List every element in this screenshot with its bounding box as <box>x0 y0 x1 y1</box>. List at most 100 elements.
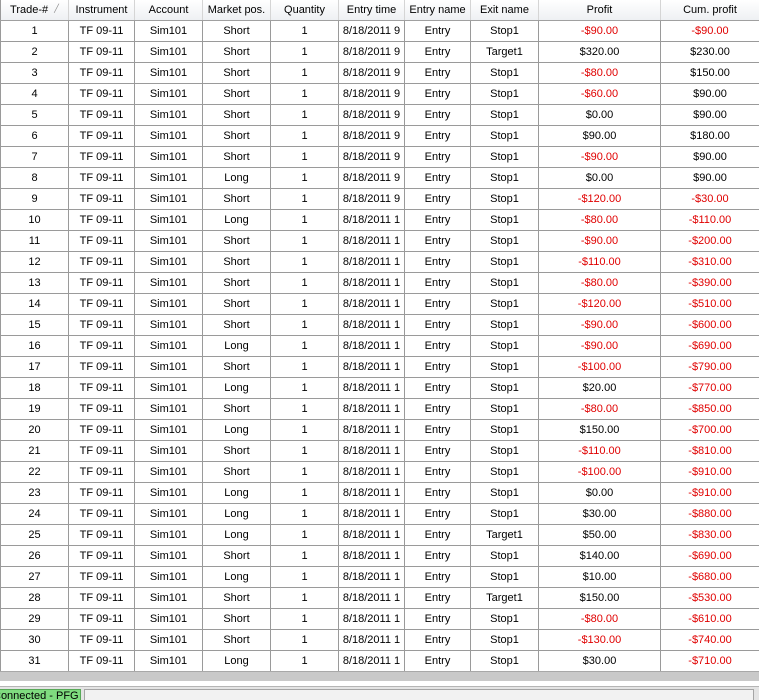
cell-market-position: Short <box>202 83 271 105</box>
cell-account: Sim101 <box>134 83 203 105</box>
cell-exit-name: Stop1 <box>470 398 539 420</box>
table-row[interactable]: 8 TF 09-11 Sim101 Long 1 8/18/2011 9 Entry Stop… <box>0 167 759 189</box>
table-row[interactable]: 14 TF 09-11 Sim101 Short 1 8/18/2011 1 Entry St… <box>0 293 759 315</box>
cell-account: Sim101 <box>134 293 203 315</box>
table-row[interactable]: 20 TF 09-11 Sim101 Long 1 8/18/2011 1 Entry Sto… <box>0 419 759 441</box>
column-header-label: Cum. profit <box>683 4 737 16</box>
table-row[interactable]: 13 TF 09-11 Sim101 Short 1 8/18/2011 1 Entry St… <box>0 272 759 294</box>
cell-exit-name: Stop1 <box>470 272 539 294</box>
table-row[interactable]: 27 TF 09-11 Sim101 Long 1 8/18/2011 1 Entry Sto… <box>0 566 759 588</box>
cell-market-position: Short <box>202 587 271 609</box>
status-bar: Connected - PFG <box>0 686 759 700</box>
cell-profit: $140.00 <box>538 545 661 567</box>
table-row[interactable]: 17 TF 09-11 Sim101 Short 1 8/18/2011 1 Entry St… <box>0 356 759 378</box>
column-header-entry-time[interactable]: Entry time <box>338 0 405 21</box>
cell-instrument: TF 09-11 <box>68 230 135 252</box>
table-row[interactable]: 25 TF 09-11 Sim101 Long 1 8/18/2011 1 Entry Tar… <box>0 524 759 546</box>
cell-profit: -$100.00 <box>538 461 661 483</box>
table-row[interactable]: 24 TF 09-11 Sim101 Long 1 8/18/2011 1 Entry Sto… <box>0 503 759 525</box>
cell-entry-time: 8/18/2011 9 <box>338 188 405 210</box>
table-row[interactable]: 1 TF 09-11 Sim101 Short 1 8/18/2011 9 Entry Sto… <box>0 20 759 42</box>
column-header-market-position[interactable]: Market pos. <box>202 0 271 21</box>
table-row[interactable]: 23 TF 09-11 Sim101 Long 1 8/18/2011 1 Entry Sto… <box>0 482 759 504</box>
horizontal-scrollbar[interactable] <box>0 671 759 681</box>
cell-account: Sim101 <box>134 503 203 525</box>
cell-exit-name: Stop1 <box>470 377 539 399</box>
cell-entry-name: Entry <box>404 209 471 231</box>
cell-instrument: TF 09-11 <box>68 440 135 462</box>
column-header-quantity[interactable]: Quantity <box>270 0 339 21</box>
cell-profit: $10.00 <box>538 566 661 588</box>
cell-account: Sim101 <box>134 146 203 168</box>
cell-profit: -$120.00 <box>538 293 661 315</box>
cell-instrument: TF 09-11 <box>68 62 135 84</box>
cell-instrument: TF 09-11 <box>68 398 135 420</box>
cell-entry-name: Entry <box>404 461 471 483</box>
cell-quantity: 1 <box>270 524 339 546</box>
table-row[interactable]: 15 TF 09-11 Sim101 Short 1 8/18/2011 1 Entry St… <box>0 314 759 336</box>
cell-profit: -$80.00 <box>538 272 661 294</box>
table-row[interactable]: 21 TF 09-11 Sim101 Short 1 8/18/2011 1 Entry St… <box>0 440 759 462</box>
table-row[interactable]: 9 TF 09-11 Sim101 Short 1 8/18/2011 9 Entry Sto… <box>0 188 759 210</box>
table-row[interactable]: 3 TF 09-11 Sim101 Short 1 8/18/2011 9 Entry Sto… <box>0 62 759 84</box>
cell-cum-profit: -$740.00 <box>660 629 759 651</box>
cell-market-position: Short <box>202 104 271 126</box>
cell-entry-name: Entry <box>404 503 471 525</box>
cell-account: Sim101 <box>134 629 203 651</box>
table-row[interactable]: 26 TF 09-11 Sim101 Short 1 8/18/2011 1 Entry St… <box>0 545 759 567</box>
cell-cum-profit: -$310.00 <box>660 251 759 273</box>
table-row[interactable]: 22 TF 09-11 Sim101 Short 1 8/18/2011 1 Entry St… <box>0 461 759 483</box>
column-header-label: Instrument <box>75 4 128 16</box>
table-row[interactable]: 16 TF 09-11 Sim101 Long 1 8/18/2011 1 Entry Sto… <box>0 335 759 357</box>
cell-market-position: Short <box>202 125 271 147</box>
table-row[interactable]: 30 TF 09-11 Sim101 Short 1 8/18/2011 1 Entry St… <box>0 629 759 651</box>
table-row[interactable]: 28 TF 09-11 Sim101 Short 1 8/18/2011 1 Entry Ta… <box>0 587 759 609</box>
table-row[interactable]: 12 TF 09-11 Sim101 Short 1 8/18/2011 1 Entry St… <box>0 251 759 273</box>
column-header-exit-name[interactable]: Exit name <box>470 0 539 21</box>
table-row[interactable]: 6 TF 09-11 Sim101 Short 1 8/18/2011 9 Entry Sto… <box>0 125 759 147</box>
column-header-instrument[interactable]: Instrument <box>68 0 135 21</box>
cell-instrument: TF 09-11 <box>68 293 135 315</box>
table-row[interactable]: 4 TF 09-11 Sim101 Short 1 8/18/2011 9 Entry Sto… <box>0 83 759 105</box>
cell-cum-profit: -$810.00 <box>660 440 759 462</box>
cell-market-position: Short <box>202 629 271 651</box>
table-row[interactable]: 2 TF 09-11 Sim101 Short 1 8/18/2011 9 Entry Tar… <box>0 41 759 63</box>
table-row[interactable]: 18 TF 09-11 Sim101 Long 1 8/18/2011 1 Entry Sto… <box>0 377 759 399</box>
cell-cum-profit: $90.00 <box>660 167 759 189</box>
cell-trade-number: 3 <box>0 62 69 84</box>
column-header-trade-number[interactable]: Trade-# ╱ <box>0 0 69 21</box>
table-row[interactable]: 7 TF 09-11 Sim101 Short 1 8/18/2011 9 Entry Sto… <box>0 146 759 168</box>
cell-account: Sim101 <box>134 545 203 567</box>
table-row[interactable]: 29 TF 09-11 Sim101 Short 1 8/18/2011 1 Entry St… <box>0 608 759 630</box>
cell-cum-profit: -$830.00 <box>660 524 759 546</box>
column-header-profit[interactable]: Profit <box>538 0 661 21</box>
cell-instrument: TF 09-11 <box>68 356 135 378</box>
table-row[interactable]: 31 TF 09-11 Sim101 Long 1 8/18/2011 1 Entry Sto… <box>0 650 759 672</box>
cell-exit-name: Stop1 <box>470 83 539 105</box>
cell-quantity: 1 <box>270 650 339 672</box>
connection-status: Connected - PFG <box>0 689 81 700</box>
cell-quantity: 1 <box>270 440 339 462</box>
cell-market-position: Short <box>202 251 271 273</box>
cell-profit: -$90.00 <box>538 230 661 252</box>
cell-cum-profit: -$600.00 <box>660 314 759 336</box>
cell-market-position: Long <box>202 650 271 672</box>
cell-quantity: 1 <box>270 188 339 210</box>
trades-grid-body: 1 TF 09-11 Sim101 Short 1 8/18/2011 9 Entry Sto… <box>0 20 759 672</box>
table-row[interactable]: 5 TF 09-11 Sim101 Short 1 8/18/2011 9 Entry Sto… <box>0 104 759 126</box>
cell-profit: -$110.00 <box>538 440 661 462</box>
cell-account: Sim101 <box>134 41 203 63</box>
column-header-cum-profit[interactable]: Cum. profit <box>660 0 759 21</box>
column-header-account[interactable]: Account <box>134 0 203 21</box>
cell-entry-time: 8/18/2011 1 <box>338 545 405 567</box>
cell-quantity: 1 <box>270 587 339 609</box>
cell-trade-number: 12 <box>0 251 69 273</box>
cell-cum-profit: -$690.00 <box>660 545 759 567</box>
table-row[interactable]: 11 TF 09-11 Sim101 Short 1 8/18/2011 1 Entry St… <box>0 230 759 252</box>
table-row[interactable]: 19 TF 09-11 Sim101 Short 1 8/18/2011 1 Entry St… <box>0 398 759 420</box>
table-row[interactable]: 10 TF 09-11 Sim101 Long 1 8/18/2011 1 Entry Sto… <box>0 209 759 231</box>
cell-entry-time: 8/18/2011 1 <box>338 272 405 294</box>
cell-entry-time: 8/18/2011 1 <box>338 209 405 231</box>
cell-exit-name: Stop1 <box>470 482 539 504</box>
column-header-entry-name[interactable]: Entry name <box>404 0 471 21</box>
